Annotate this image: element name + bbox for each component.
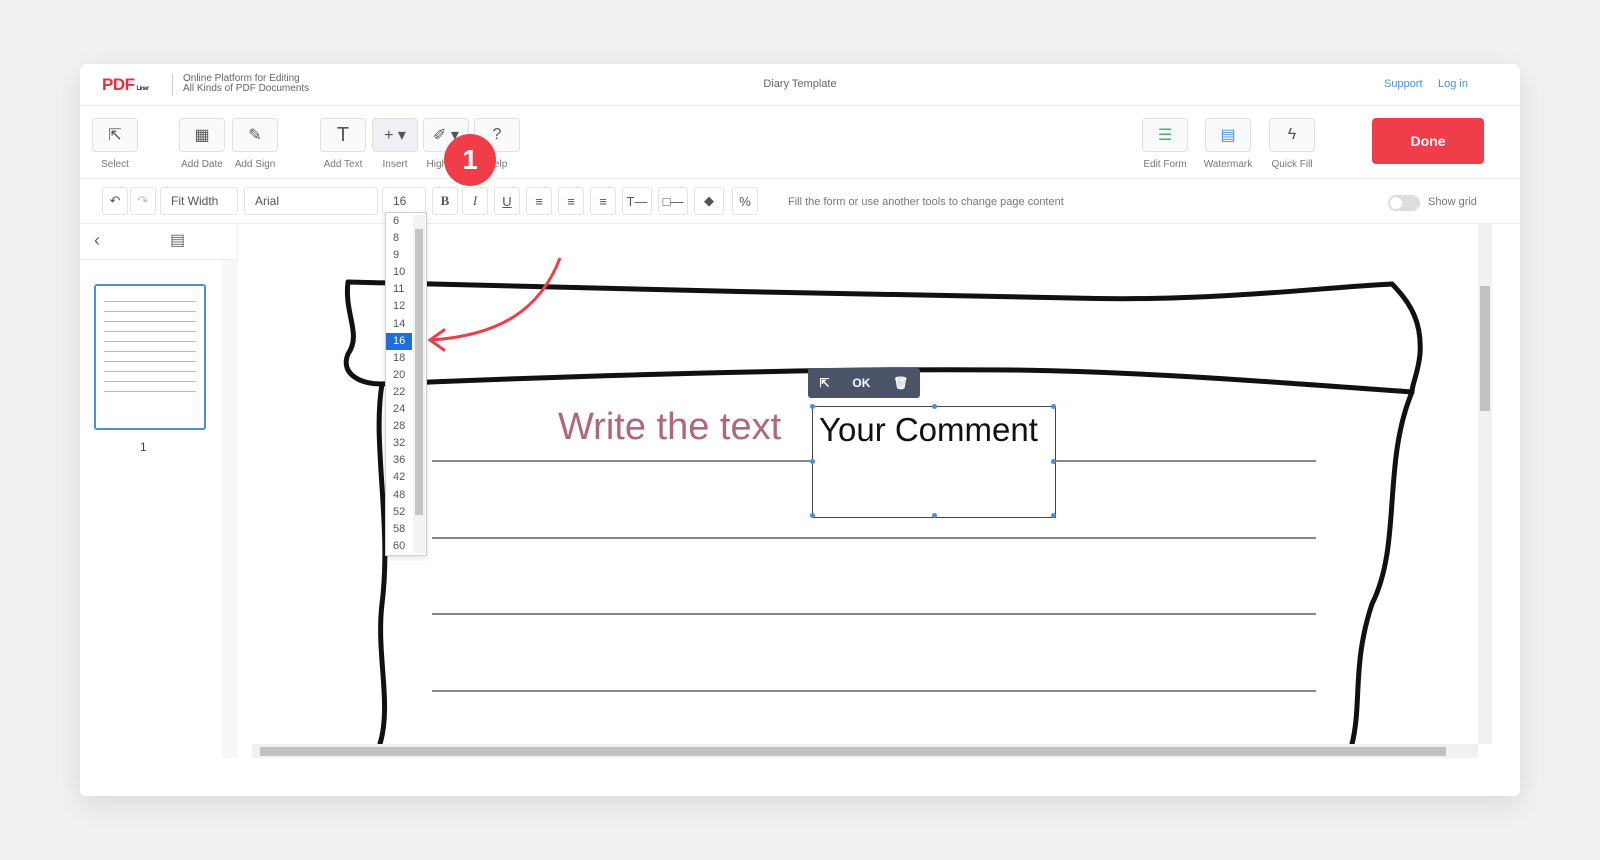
- font-size-option[interactable]: 20: [386, 367, 412, 384]
- vertical-scrollbar[interactable]: [1478, 224, 1492, 744]
- document-title: Diary Template: [763, 78, 837, 90]
- align-left-icon[interactable]: ≡: [526, 187, 552, 215]
- font-size-option[interactable]: 28: [386, 418, 412, 435]
- link-icon[interactable]: %: [732, 187, 758, 215]
- sidebar-scrollbar[interactable]: [222, 260, 238, 760]
- underline-icon[interactable]: U: [494, 187, 520, 215]
- sidebar-header: ‹ ▤: [80, 224, 238, 260]
- calendar-icon: ▦: [179, 118, 225, 152]
- support-link[interactable]: Support: [1384, 78, 1423, 90]
- align-right-icon[interactable]: ≡: [590, 187, 616, 215]
- border-icon[interactable]: □—: [658, 187, 688, 215]
- font-size-option[interactable]: 32: [386, 435, 412, 452]
- bold-icon[interactable]: B: [432, 187, 458, 215]
- font-size-option[interactable]: 6: [386, 213, 412, 230]
- add-date-button[interactable]: ▦ Add Date: [172, 118, 232, 170]
- text-line-icon[interactable]: T—: [622, 187, 652, 215]
- step-marker: 1: [444, 134, 496, 186]
- popup-ok-button[interactable]: OK: [852, 376, 870, 390]
- resize-handle[interactable]: [1051, 404, 1056, 409]
- show-grid-toggle[interactable]: [1388, 195, 1420, 211]
- font-size-option[interactable]: 24: [386, 401, 412, 418]
- comment-textbox[interactable]: Your Comment: [810, 404, 1056, 518]
- font-size-option[interactable]: 9: [386, 247, 412, 264]
- undo-icon[interactable]: ↶: [102, 187, 128, 215]
- quick-fill-button[interactable]: ϟ Quick Fill: [1262, 118, 1322, 170]
- fill-color-icon[interactable]: ◆: [694, 187, 724, 215]
- bottom-strip: [80, 758, 1520, 796]
- font-size-select[interactable]: 16: [382, 187, 426, 215]
- resize-handle[interactable]: [810, 404, 815, 409]
- textbox-popup: ⇱ OK 🗑: [808, 368, 920, 398]
- move-icon[interactable]: ⇱: [819, 376, 829, 390]
- font-size-option[interactable]: 12: [386, 298, 412, 315]
- page-thumbnail[interactable]: [94, 284, 206, 430]
- app-window: PDF Liner Online Platform for Editing All…: [80, 64, 1520, 796]
- dropdown-scrollbar[interactable]: [413, 215, 425, 553]
- document-canvas[interactable]: Write the text Your Comment ⇱ OK 🗑: [252, 224, 1478, 744]
- comment-text: Your Comment: [819, 411, 1038, 448]
- font-size-option[interactable]: 11: [386, 281, 412, 298]
- watermark-icon: ▤: [1205, 118, 1251, 152]
- horizontal-scrollbar[interactable]: [252, 744, 1478, 758]
- resize-handle[interactable]: [810, 513, 815, 518]
- edit-form-button[interactable]: ☰ Edit Form: [1135, 118, 1195, 170]
- page-sidebar: ‹ ▤ 1: [80, 224, 238, 796]
- font-size-option[interactable]: 52: [386, 504, 412, 521]
- text-field-placeholder[interactable]: Write the text: [558, 406, 781, 449]
- pen-icon: ✎: [232, 118, 278, 152]
- done-button[interactable]: Done: [1372, 118, 1484, 164]
- font-size-option[interactable]: 18: [386, 350, 412, 367]
- font-size-option[interactable]: 22: [386, 384, 412, 401]
- chevron-left-icon[interactable]: ‹: [94, 230, 100, 251]
- font-size-dropdown[interactable]: 6 8 9 10 11 12 14 16 18 20 22 24 28 32 36 42 48 52 58 60: [385, 212, 427, 556]
- page-number: 1: [140, 440, 147, 454]
- resize-handle[interactable]: [1051, 459, 1056, 464]
- font-size-option[interactable]: 48: [386, 487, 412, 504]
- font-size-option[interactable]: 10: [386, 264, 412, 281]
- font-size-option[interactable]: 14: [386, 316, 412, 333]
- form-icon: ☰: [1142, 118, 1188, 152]
- font-size-option[interactable]: 16: [386, 332, 412, 350]
- font-size-option[interactable]: 8: [386, 230, 412, 247]
- select-tool-button[interactable]: ⇱ Select: [85, 118, 145, 170]
- show-grid-label: Show grid: [1428, 196, 1477, 208]
- resize-handle[interactable]: [932, 513, 937, 518]
- resize-handle[interactable]: [810, 459, 815, 464]
- resize-handle[interactable]: [932, 404, 937, 409]
- cursor-icon: ⇱: [92, 118, 138, 152]
- login-link[interactable]: Log in: [1438, 78, 1468, 90]
- format-bar: ↶ ↷ Fit Width Arial 16 B I U ≡ ≡ ≡ T— □—…: [80, 178, 1520, 224]
- font-size-option[interactable]: 36: [386, 452, 412, 469]
- font-size-option[interactable]: 60: [386, 538, 412, 555]
- font-size-option[interactable]: 58: [386, 521, 412, 538]
- main-toolbar: ⇱ Select ▦ Add Date ✎ Add Sign T Add Tex…: [80, 106, 1520, 178]
- watermark-button[interactable]: ▤ Watermark: [1198, 118, 1258, 170]
- italic-icon[interactable]: I: [462, 187, 488, 215]
- lightning-icon: ϟ: [1269, 118, 1315, 152]
- page-view-icon[interactable]: ▤: [170, 230, 185, 250]
- top-bar: PDF Liner Online Platform for Editing All…: [80, 64, 1520, 106]
- font-size-option[interactable]: 42: [386, 469, 412, 486]
- redo-icon[interactable]: ↷: [130, 187, 156, 215]
- plus-icon: + ▾: [372, 118, 418, 152]
- add-text-button[interactable]: T Add Text: [313, 118, 373, 170]
- font-family-select[interactable]: Arial: [244, 187, 378, 215]
- resize-handle[interactable]: [1051, 513, 1056, 518]
- trash-icon[interactable]: 🗑: [893, 376, 908, 390]
- hint-text: Fill the form or use another tools to ch…: [788, 196, 1064, 208]
- zoom-select[interactable]: Fit Width: [160, 187, 238, 215]
- text-icon: T: [320, 118, 366, 152]
- align-center-icon[interactable]: ≡: [558, 187, 584, 215]
- add-sign-button[interactable]: ✎ Add Sign: [225, 118, 285, 170]
